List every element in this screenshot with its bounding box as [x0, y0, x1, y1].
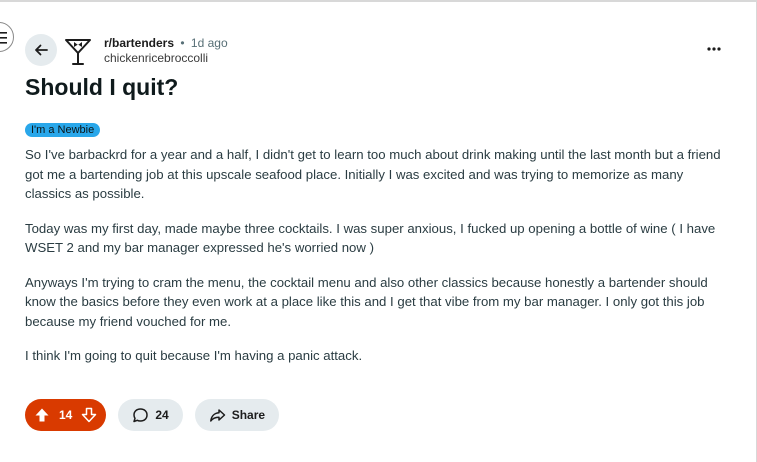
vote-count: 14 [59, 408, 73, 422]
post-title: Should I quit? [25, 74, 179, 100]
comments-button[interactable]: 24 [118, 399, 183, 431]
vote-control: 14 [25, 399, 107, 431]
share-button[interactable]: Share [194, 399, 280, 431]
share-icon [209, 408, 225, 422]
downvote-button[interactable] [78, 404, 100, 426]
post-body: So I've barbackrd for a year and a half,… [25, 145, 725, 381]
cocktail-waiter-icon[interactable] [64, 36, 92, 66]
menu-icon [0, 32, 7, 44]
back-button[interactable] [25, 34, 57, 66]
downvote-icon [82, 407, 97, 423]
back-arrow-icon [35, 44, 48, 56]
menu-toggle-button[interactable] [0, 22, 14, 52]
post-paragraph: So I've barbackrd for a year and a half,… [25, 147, 721, 201]
share-label: Share [231, 408, 266, 422]
post-paragraph: I think I'm going to quit because I'm ha… [25, 348, 363, 363]
post-paragraph: Anyways I'm trying to cram the menu, the… [25, 274, 708, 329]
post-paragraph: Today was my first day, made maybe three… [25, 220, 716, 256]
post-flair[interactable]: I'm a Newbie [25, 123, 101, 137]
meta-separator: • [180, 36, 185, 50]
comment-icon [133, 407, 149, 422]
post-meta: r/bartenders • 1d ago chickenricebroccol… [104, 36, 228, 66]
post-actions: 14 24 Share [25, 399, 280, 431]
post-time: 1d ago [190, 36, 228, 50]
author-link[interactable]: chickenricebroccolli [104, 51, 228, 66]
upvote-button[interactable] [31, 404, 53, 426]
window-top-border [0, 0, 757, 2]
subreddit-link[interactable]: r/bartenders [104, 36, 174, 50]
more-options-icon[interactable] [704, 42, 724, 56]
upvote-icon [35, 408, 49, 422]
comment-count: 24 [155, 408, 169, 422]
